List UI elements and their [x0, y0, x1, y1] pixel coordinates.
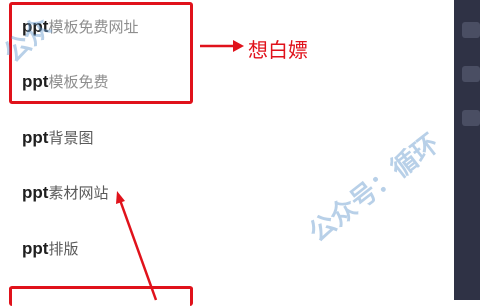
panel-icon[interactable] [462, 66, 480, 82]
annotation-arrows [116, 40, 244, 301]
diagonal-arrow-icon [116, 191, 158, 301]
annotation-note: 想白嫖 [248, 38, 308, 62]
panel-icon[interactable] [462, 110, 480, 126]
panel-icon[interactable] [462, 22, 480, 38]
right-arrow-icon [200, 40, 244, 52]
right-side-panel [454, 0, 480, 300]
